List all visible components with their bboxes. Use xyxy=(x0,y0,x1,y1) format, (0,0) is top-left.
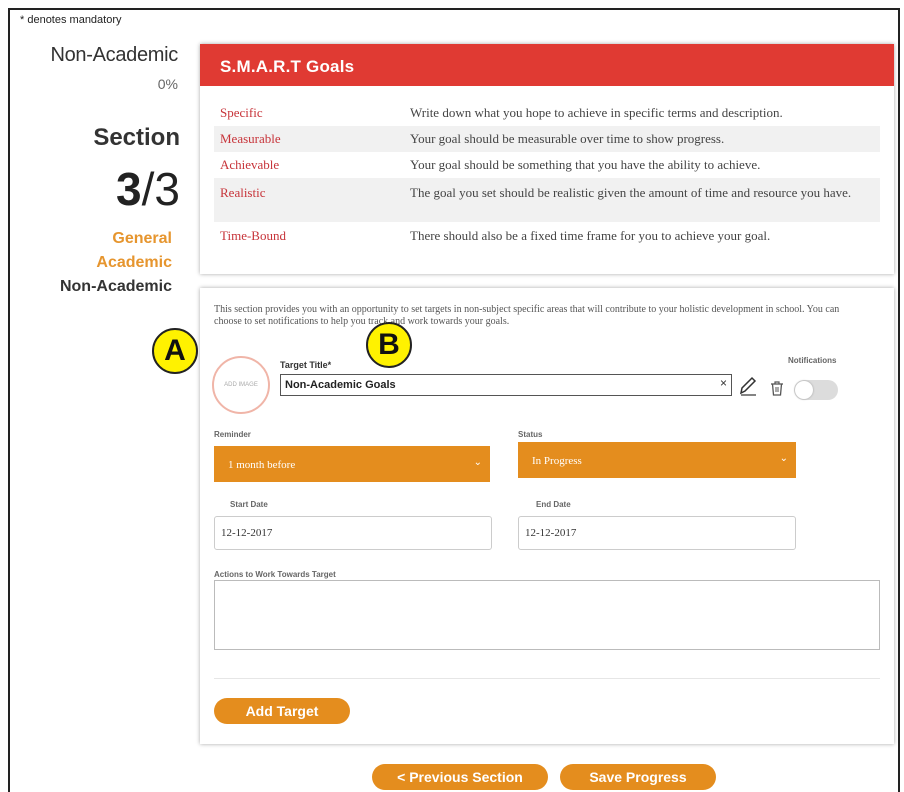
smart-desc: There should also be a fixed time frame … xyxy=(410,228,771,243)
end-date-input[interactable]: 12-12-2017 xyxy=(518,516,796,550)
reminder-label: Reminder xyxy=(214,430,251,439)
smart-desc: Your goal should be measurable over time… xyxy=(410,131,725,146)
actions-textarea[interactable] xyxy=(214,580,880,650)
nav-item-academic[interactable]: Academic xyxy=(18,254,172,272)
smart-desc: Your goal should be something that you h… xyxy=(410,157,761,172)
smart-desc: Write down what you hope to achieve in s… xyxy=(410,105,783,120)
actions-label: Actions to Work Towards Target xyxy=(214,570,336,579)
previous-section-button[interactable]: < Previous Section xyxy=(372,764,548,790)
nav-item-general[interactable]: General xyxy=(18,230,172,248)
progress-percent: 0% xyxy=(157,76,178,92)
add-target-button[interactable]: Add Target xyxy=(214,698,350,724)
target-form-card: This section provides you with an opport… xyxy=(200,288,894,744)
smart-term: Time-Bound xyxy=(220,228,286,243)
add-image-button[interactable]: ADD IMAGE xyxy=(212,356,270,414)
divider xyxy=(214,678,880,679)
smart-row: Realistic The goal you set should be rea… xyxy=(214,178,880,222)
section-total: /3 xyxy=(141,163,180,215)
smart-term: Measurable xyxy=(220,131,281,146)
notifications-label: Notifications xyxy=(788,356,837,365)
save-progress-button[interactable]: Save Progress xyxy=(560,764,716,790)
target-title-input[interactable]: Non-Academic Goals xyxy=(280,374,732,396)
callout-marker-b: B xyxy=(366,322,412,368)
end-date-label: End Date xyxy=(536,500,571,509)
smart-goals-card: S.M.A.R.T Goals Specific Write down what… xyxy=(200,44,894,274)
chevron-down-icon: ⌄ xyxy=(473,457,482,468)
chevron-down-icon: ⌄ xyxy=(779,453,788,464)
reminder-select[interactable]: 1 month before ⌄ xyxy=(214,446,490,482)
section-intro-text: This section provides you with an opport… xyxy=(214,304,840,327)
section-label: Section xyxy=(93,124,180,151)
notifications-toggle[interactable] xyxy=(794,380,838,400)
smart-term: Realistic xyxy=(220,185,266,200)
sidebar-title: Non-Academic xyxy=(50,44,178,66)
pencil-icon[interactable] xyxy=(738,374,758,396)
nav-item-non-academic[interactable]: Non-Academic xyxy=(18,278,172,296)
smart-desc: The goal you set should be realistic giv… xyxy=(410,185,852,200)
smart-term: Achievable xyxy=(220,157,280,172)
start-date-label: Start Date xyxy=(230,500,268,509)
clear-icon[interactable]: × xyxy=(720,376,727,390)
callout-marker-a: A xyxy=(152,328,198,374)
smart-goals-title: S.M.A.R.T Goals xyxy=(200,44,894,86)
smart-goals-table: Specific Write down what you hope to ach… xyxy=(214,100,880,248)
trash-icon[interactable] xyxy=(770,380,784,396)
section-counter: 3/3 xyxy=(18,162,180,216)
smart-row: Time-Bound There should also be a fixed … xyxy=(214,222,880,248)
status-value: In Progress xyxy=(532,455,582,467)
status-select[interactable]: In Progress ⌄ xyxy=(518,442,796,478)
add-image-label: ADD IMAGE xyxy=(224,382,258,388)
smart-row: Achievable Your goal should be something… xyxy=(214,152,880,178)
smart-term: Specific xyxy=(220,105,263,120)
target-title-label: Target Title* xyxy=(280,360,332,370)
smart-row: Measurable Your goal should be measurabl… xyxy=(214,126,880,152)
section-current: 3 xyxy=(116,163,142,215)
start-date-input[interactable]: 12-12-2017 xyxy=(214,516,492,550)
smart-row: Specific Write down what you hope to ach… xyxy=(214,100,880,126)
status-label: Status xyxy=(518,430,543,439)
mandatory-note: * denotes mandatory xyxy=(20,14,122,26)
reminder-value: 1 month before xyxy=(228,459,296,471)
